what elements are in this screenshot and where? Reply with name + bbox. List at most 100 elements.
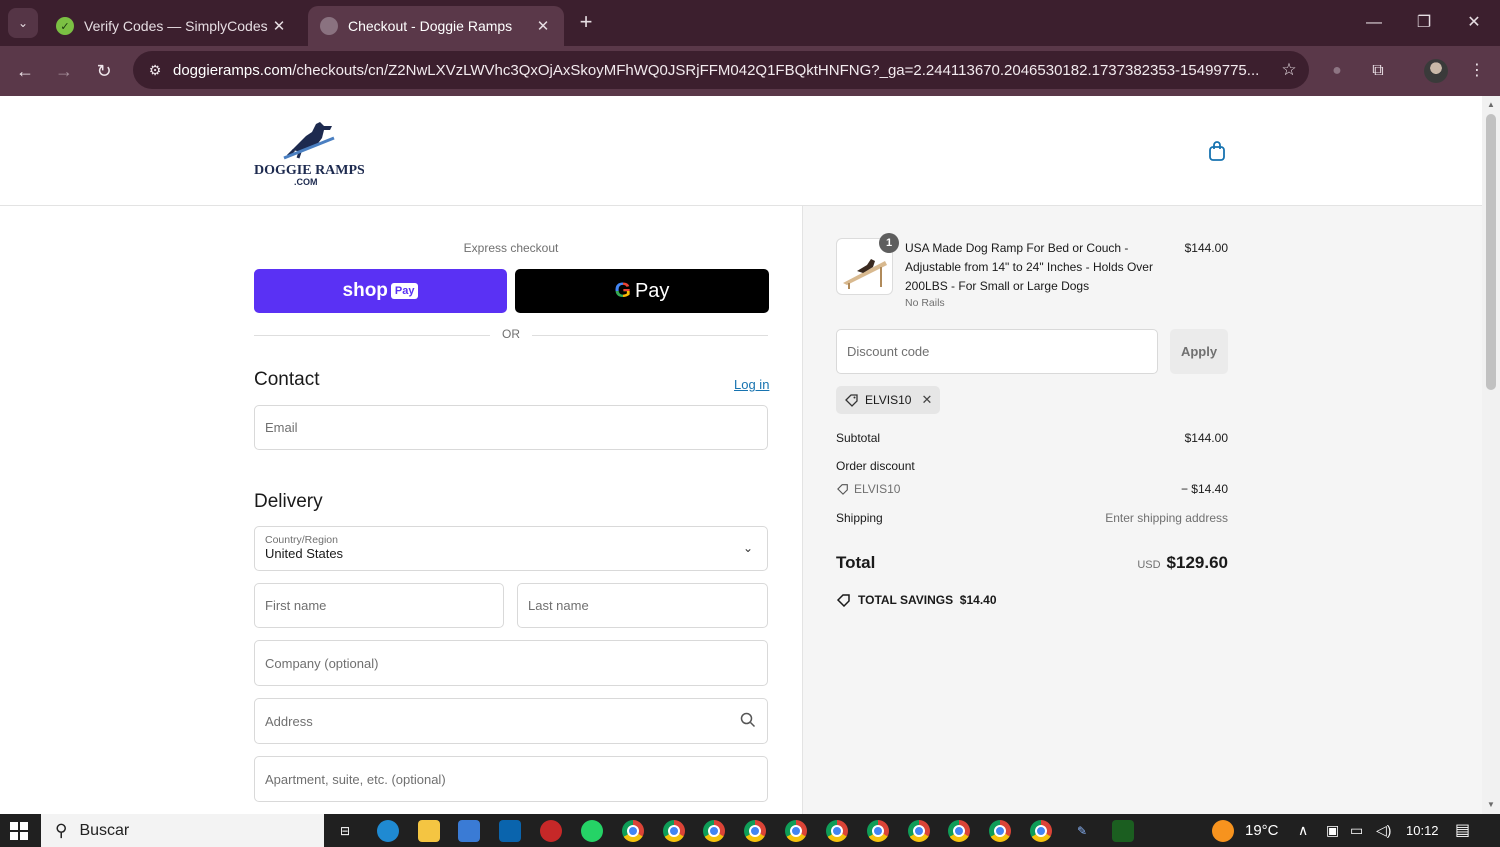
tab-search-chevron-icon[interactable]: ⌄ (8, 8, 38, 38)
extension-icon[interactable]: ● (1322, 56, 1352, 86)
menu-kebab-icon[interactable]: ⋮ (1462, 56, 1492, 86)
reload-icon[interactable]: ↻ (89, 56, 119, 86)
browser-tab-bar: ⌄ ✓ Verify Codes — SimplyCodes ✕ Checkou… (0, 0, 1500, 46)
restore-icon[interactable]: ❐ (1404, 8, 1444, 38)
contact-heading: Contact (254, 369, 320, 390)
bookmark-star-icon[interactable]: ☆ (1269, 60, 1309, 80)
order-summary-column: 1 USA Made Dog Ramp For Bed or Couch - A… (803, 206, 1482, 814)
task-view-icon[interactable]: ⊟ (334, 820, 356, 842)
subtotal-row: Subtotal $144.00 (836, 431, 1228, 445)
page-scrollbar[interactable]: ▲ ▼ (1482, 96, 1500, 814)
clock[interactable]: 10:12 (1406, 814, 1439, 847)
windows-start-icon[interactable] (10, 822, 28, 840)
chrome-icon[interactable] (908, 820, 930, 842)
minimize-icon[interactable]: — (1354, 8, 1394, 38)
tag-icon (845, 394, 858, 407)
shopping-bag-icon[interactable] (1206, 140, 1228, 162)
extensions-puzzle-icon[interactable]: ⧉ (1363, 56, 1393, 86)
product-variant: No Rails (905, 297, 945, 309)
address-bar[interactable]: ⚙ doggieramps.com/checkouts/cn/Z2NwLXVzL… (133, 51, 1309, 89)
search-icon (740, 712, 756, 728)
windows-taskbar: ⚲ Buscar ⊟ ✎ 19°C ∧ ▣ ▭ ◁) 10:12 ▤ (0, 814, 1500, 847)
email-field[interactable]: Email (254, 405, 768, 450)
show-hidden-icons-icon[interactable]: ∧ (1298, 814, 1308, 847)
terminal-app-icon[interactable] (1112, 820, 1134, 842)
outlook-icon[interactable] (499, 820, 521, 842)
applied-discount-chip: ELVIS10 ✕ (836, 386, 941, 414)
url-text[interactable]: doggieramps.com/checkouts/cn/Z2NwLXVzLWV… (173, 62, 1269, 79)
google-pay-button[interactable]: G Pay (515, 269, 769, 313)
chrome-icon[interactable] (989, 820, 1011, 842)
store-header: DOGGIE RAMPS .COM (0, 96, 1482, 206)
scroll-down-icon[interactable]: ▼ (1482, 800, 1500, 809)
total-row: Total USD $129.60 (836, 553, 1228, 572)
tab-title: Verify Codes — SimplyCodes (84, 18, 268, 34)
tab-title: Checkout - Doggie Ramps (348, 18, 513, 34)
chrome-icon[interactable] (948, 820, 970, 842)
forward-icon[interactable]: → (49, 56, 79, 86)
close-tab-icon[interactable]: ✕ (534, 17, 552, 35)
tab-checkout[interactable]: Checkout - Doggie Ramps ✕ (308, 6, 564, 46)
checkout-form-column: Express checkout shop Pay G Pay OR Contact… (0, 206, 803, 814)
express-checkout-label: Express checkout (463, 241, 559, 255)
store-icon[interactable] (458, 820, 480, 842)
search-icon: ⚲ (55, 820, 68, 840)
product-title: USA Made Dog Ramp For Bed or Couch - Adj… (905, 241, 1153, 293)
login-link[interactable]: Log in (734, 377, 769, 392)
shop-pay-button[interactable]: shop Pay (254, 269, 507, 313)
simplycodes-favicon-icon: ✓ (56, 17, 74, 35)
pen-icon[interactable]: ✎ (1071, 820, 1093, 842)
scrollbar-thumb[interactable] (1486, 114, 1496, 390)
chrome-icon[interactable] (867, 820, 889, 842)
file-explorer-icon[interactable] (418, 820, 440, 842)
site-info-icon[interactable]: ⚙ (137, 62, 173, 79)
doggie-ramps-logo[interactable]: DOGGIE RAMPS .COM (254, 112, 365, 188)
chrome-icon[interactable] (826, 820, 848, 842)
tab-simplycodes[interactable]: ✓ Verify Codes — SimplyCodes ✕ (44, 6, 300, 46)
close-window-icon[interactable]: ✕ (1454, 8, 1494, 38)
quantity-badge: 1 (879, 233, 899, 253)
notifications-icon[interactable]: ▤ (1455, 814, 1470, 847)
chrome-icon[interactable] (785, 820, 807, 842)
weather-sun-icon[interactable] (1212, 820, 1234, 842)
first-name-field[interactable]: First name (254, 583, 504, 628)
taskbar-search[interactable]: ⚲ Buscar (41, 814, 324, 847)
delivery-heading: Delivery (254, 491, 323, 512)
product-price: $144.00 (1184, 241, 1228, 255)
address-field[interactable]: Address (254, 698, 768, 744)
apply-discount-button[interactable]: Apply (1170, 329, 1228, 374)
total-savings: TOTAL SAVINGS $14.40 (836, 593, 997, 607)
camera-icon[interactable]: ▣ (1326, 814, 1339, 847)
chrome-icon[interactable] (703, 820, 725, 842)
profile-avatar[interactable] (1424, 59, 1448, 83)
close-tab-icon[interactable]: ✕ (270, 17, 288, 35)
chrome-icon[interactable] (1030, 820, 1052, 842)
country-select[interactable]: Country/Region United States ⌄ (254, 526, 768, 571)
whatsapp-icon[interactable] (581, 820, 603, 842)
discount-code-input[interactable]: Discount code (836, 329, 1158, 374)
volume-icon[interactable]: ◁) (1376, 814, 1391, 847)
svg-text:.COM: .COM (294, 177, 318, 187)
chrome-icon[interactable] (663, 820, 685, 842)
chevron-down-icon: ⌄ (742, 541, 753, 555)
globe-favicon-icon (320, 17, 338, 35)
network-icon[interactable]: ▭ (1350, 814, 1363, 847)
checkout-page: DOGGIE RAMPS .COM Express checkout shop P… (0, 96, 1482, 814)
new-tab-button[interactable]: + (574, 10, 598, 34)
edge-icon[interactable] (377, 820, 399, 842)
temperature[interactable]: 19°C (1245, 814, 1279, 847)
app-red-icon[interactable] (540, 820, 562, 842)
back-icon[interactable]: ← (10, 56, 40, 86)
tag-icon (837, 484, 848, 495)
apartment-field[interactable]: Apartment, suite, etc. (optional) (254, 756, 768, 802)
scroll-up-icon[interactable]: ▲ (1482, 100, 1500, 109)
chrome-icon[interactable] (744, 820, 766, 842)
google-g-icon: G (614, 279, 631, 302)
or-divider: OR (254, 327, 768, 343)
company-field[interactable]: Company (optional) (254, 640, 768, 686)
tag-icon (836, 594, 850, 607)
chrome-icon[interactable] (622, 820, 644, 842)
shipping-row: Shipping Enter shipping address (836, 511, 1228, 525)
last-name-field[interactable]: Last name (517, 583, 768, 628)
remove-discount-icon[interactable]: ✕ (921, 392, 932, 408)
